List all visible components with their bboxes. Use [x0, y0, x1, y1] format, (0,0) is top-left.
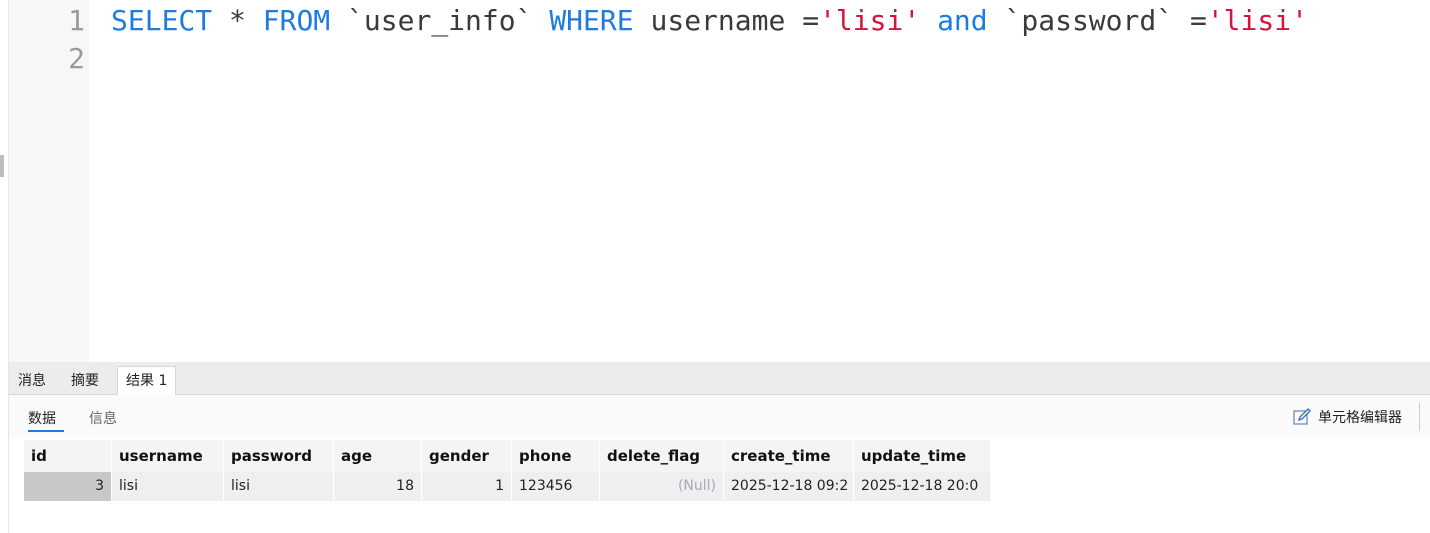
sql-text: `password` =	[987, 4, 1207, 37]
column-header-create-time[interactable]: create_time	[724, 440, 854, 472]
tab-messages[interactable]: 消息	[10, 368, 54, 394]
active-subtab-indicator	[28, 430, 64, 432]
cell-gender[interactable]: 1	[422, 472, 512, 501]
column-header-password[interactable]: password	[224, 440, 334, 472]
splitter-handle[interactable]	[0, 155, 4, 177]
left-panel-border	[0, 0, 9, 533]
column-header-gender[interactable]: gender	[422, 440, 512, 472]
sql-keyword: and	[937, 4, 988, 37]
cell-editor-button[interactable]: 单元格编辑器	[1292, 407, 1402, 427]
tab-summary[interactable]: 摘要	[63, 368, 107, 394]
cell-create-time[interactable]: 2025-12-18 09:2	[724, 472, 854, 501]
column-header-delete-flag[interactable]: delete_flag	[600, 440, 724, 472]
cell-editor-label: 单元格编辑器	[1318, 410, 1402, 426]
line-number: 2	[68, 42, 85, 75]
column-header-id[interactable]: id	[24, 440, 112, 472]
column-header-username[interactable]: username	[112, 440, 224, 472]
grid-header-row: id username password age gender phone de…	[24, 440, 991, 472]
sql-code-line[interactable]: SELECT * FROM `user_info` WHERE username…	[111, 1, 1308, 41]
subtab-info[interactable]: 信息	[89, 408, 117, 428]
column-header-age[interactable]: age	[334, 440, 422, 472]
sql-string: 'lisi'	[1206, 4, 1308, 37]
cell-age[interactable]: 18	[334, 472, 422, 501]
sql-text: `user_info`	[330, 4, 550, 37]
sql-keyword: WHERE	[549, 4, 634, 37]
column-header-update-time[interactable]: update_time	[854, 440, 991, 472]
column-header-phone[interactable]: phone	[512, 440, 600, 472]
cell-update-time[interactable]: 2025-12-18 20:0	[854, 472, 991, 501]
cell-delete-flag[interactable]: (Null)	[600, 472, 724, 501]
cell-password[interactable]: lisi	[224, 472, 334, 501]
line-number: 1	[68, 4, 85, 37]
sql-editor[interactable]: SELECT * FROM `user_info` WHERE username…	[89, 0, 1430, 362]
line-number-gutter: 1 2	[9, 0, 89, 362]
sql-text: username =	[633, 4, 820, 37]
cell-username[interactable]: lisi	[112, 472, 224, 501]
sql-keyword: FROM	[262, 4, 331, 37]
toolbar-divider	[1419, 403, 1420, 431]
sql-text: *	[212, 4, 263, 37]
result-sub-toolbar: 数据 信息 单元格编辑器	[9, 395, 1430, 439]
sql-keyword: SELECT	[111, 4, 213, 37]
pencil-icon	[1292, 407, 1312, 427]
cell-id[interactable]: 3	[24, 472, 112, 501]
tab-result-1[interactable]: 结果 1	[117, 366, 177, 396]
cell-phone[interactable]: 123456	[512, 472, 600, 501]
sql-string: 'lisi'	[819, 4, 921, 37]
table-row[interactable]: 3 lisi lisi 18 1 123456 (Null) 2025-12-1…	[24, 472, 991, 501]
subtab-data[interactable]: 数据	[28, 408, 56, 428]
result-tab-bar: 消息 摘要 结果 1	[9, 362, 1430, 396]
